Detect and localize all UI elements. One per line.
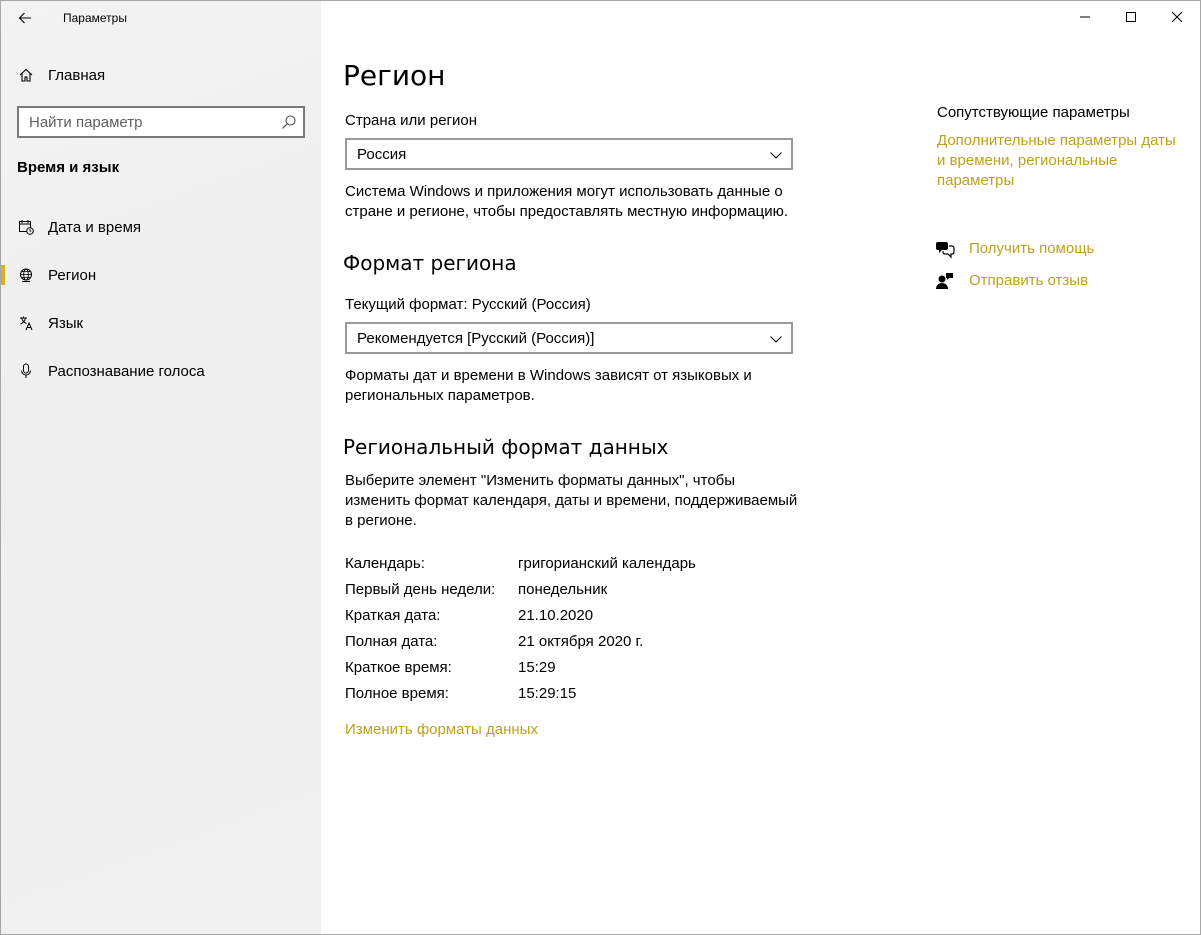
search-placeholder: Найти параметр: [29, 114, 143, 131]
info-value: григорианский календарь: [518, 555, 696, 572]
sidebar-item-label: Регион: [48, 266, 97, 284]
selection-indicator: [1, 265, 5, 285]
sidebar-item-label: Распознавание голоса: [48, 362, 205, 380]
close-icon: [1172, 12, 1182, 22]
format-dropdown[interactable]: Рекомендуется [Русский (Россия)]: [345, 322, 793, 354]
info-value: понедельник: [518, 581, 608, 598]
info-key: Календарь:: [345, 555, 425, 572]
get-help-label: Получить помощь: [969, 240, 1095, 257]
current-format-label: Текущий формат: Русский (Россия): [345, 296, 591, 313]
regional-data-description: Выберите элемент "Изменить форматы данны…: [345, 472, 798, 529]
info-row-short-time: Краткое время: 15:29: [345, 659, 845, 679]
info-value: 15:29:15: [518, 685, 577, 702]
globe-icon: [17, 266, 35, 284]
info-key: Первый день недели:: [345, 581, 496, 598]
settings-window: Параметры Главная Найти параметр Время и…: [0, 0, 1201, 935]
section-title: Время и язык: [17, 159, 120, 176]
send-feedback-link[interactable]: Отправить отзыв: [935, 271, 1175, 293]
back-arrow-icon: [18, 12, 31, 24]
chevron-down-icon: [770, 336, 782, 343]
info-row-long-time: Полное время: 15:29:15: [345, 685, 845, 705]
maximize-icon: [1126, 12, 1136, 22]
regional-data-heading: Региональный формат данных: [343, 435, 669, 459]
sidebar-item-speech[interactable]: Распознавание голоса: [1, 351, 321, 391]
format-value: Рекомендуется [Русский (Россия)]: [357, 330, 595, 347]
country-description: Система Windows и приложения могут испол…: [345, 183, 789, 220]
info-row-calendar: Календарь: григорианский календарь: [345, 555, 845, 575]
minimize-button[interactable]: [1062, 1, 1108, 33]
home-icon: [17, 66, 35, 84]
help-chat-icon: [936, 242, 955, 259]
info-row-short-date: Краткая дата: 21.10.2020: [345, 607, 845, 627]
country-dropdown[interactable]: Россия: [345, 138, 793, 170]
calendar-clock-icon: [17, 218, 35, 236]
info-value: 15:29: [518, 659, 556, 676]
additional-date-time-link[interactable]: Дополнительные параметры даты и времени,…: [937, 131, 1187, 191]
search-icon[interactable]: [281, 114, 297, 130]
chevron-down-icon: [770, 152, 782, 159]
search-input[interactable]: Найти параметр: [17, 106, 305, 138]
nav-home[interactable]: Главная: [1, 59, 321, 91]
minimize-icon: [1080, 16, 1090, 18]
country-label: Страна или регион: [345, 112, 478, 129]
info-key: Полная дата:: [345, 633, 438, 650]
get-help-link[interactable]: Получить помощь: [935, 239, 1175, 261]
info-key: Краткое время:: [345, 659, 452, 676]
close-button[interactable]: [1154, 1, 1200, 33]
sidebar-item-label: Дата и время: [48, 218, 142, 236]
app-title: Параметры: [63, 11, 127, 25]
info-value: 21.10.2020: [518, 607, 594, 624]
format-heading: Формат региона: [343, 251, 517, 275]
sidebar: Параметры Главная Найти параметр Время и…: [1, 1, 321, 934]
change-formats-link[interactable]: Изменить форматы данных: [345, 721, 538, 738]
sidebar-item-language[interactable]: Язык: [1, 303, 321, 343]
sidebar-item-date-time[interactable]: Дата и время: [1, 207, 321, 247]
language-icon: [17, 314, 35, 332]
back-button[interactable]: [9, 4, 41, 32]
info-value: 21 октября 2020 г.: [518, 633, 644, 650]
nav-home-label: Главная: [48, 66, 106, 84]
info-row-long-date: Полная дата: 21 октября 2020 г.: [345, 633, 845, 653]
send-feedback-label: Отправить отзыв: [969, 272, 1089, 289]
info-key: Полное время:: [345, 685, 449, 702]
sidebar-item-label: Язык: [48, 314, 84, 332]
feedback-person-icon: [936, 273, 953, 289]
maximize-button[interactable]: [1108, 1, 1154, 33]
related-settings-title: Сопутствующие параметры: [937, 104, 1130, 121]
sidebar-item-region[interactable]: Регион: [1, 255, 321, 295]
info-row-first-day: Первый день недели: понедельник: [345, 581, 845, 601]
microphone-icon: [17, 362, 35, 380]
info-key: Краткая дата:: [345, 607, 441, 624]
country-value: Россия: [357, 146, 407, 163]
format-description: Форматы дат и времени в Windows зависят …: [345, 367, 752, 404]
page-title: Регион: [343, 59, 446, 92]
